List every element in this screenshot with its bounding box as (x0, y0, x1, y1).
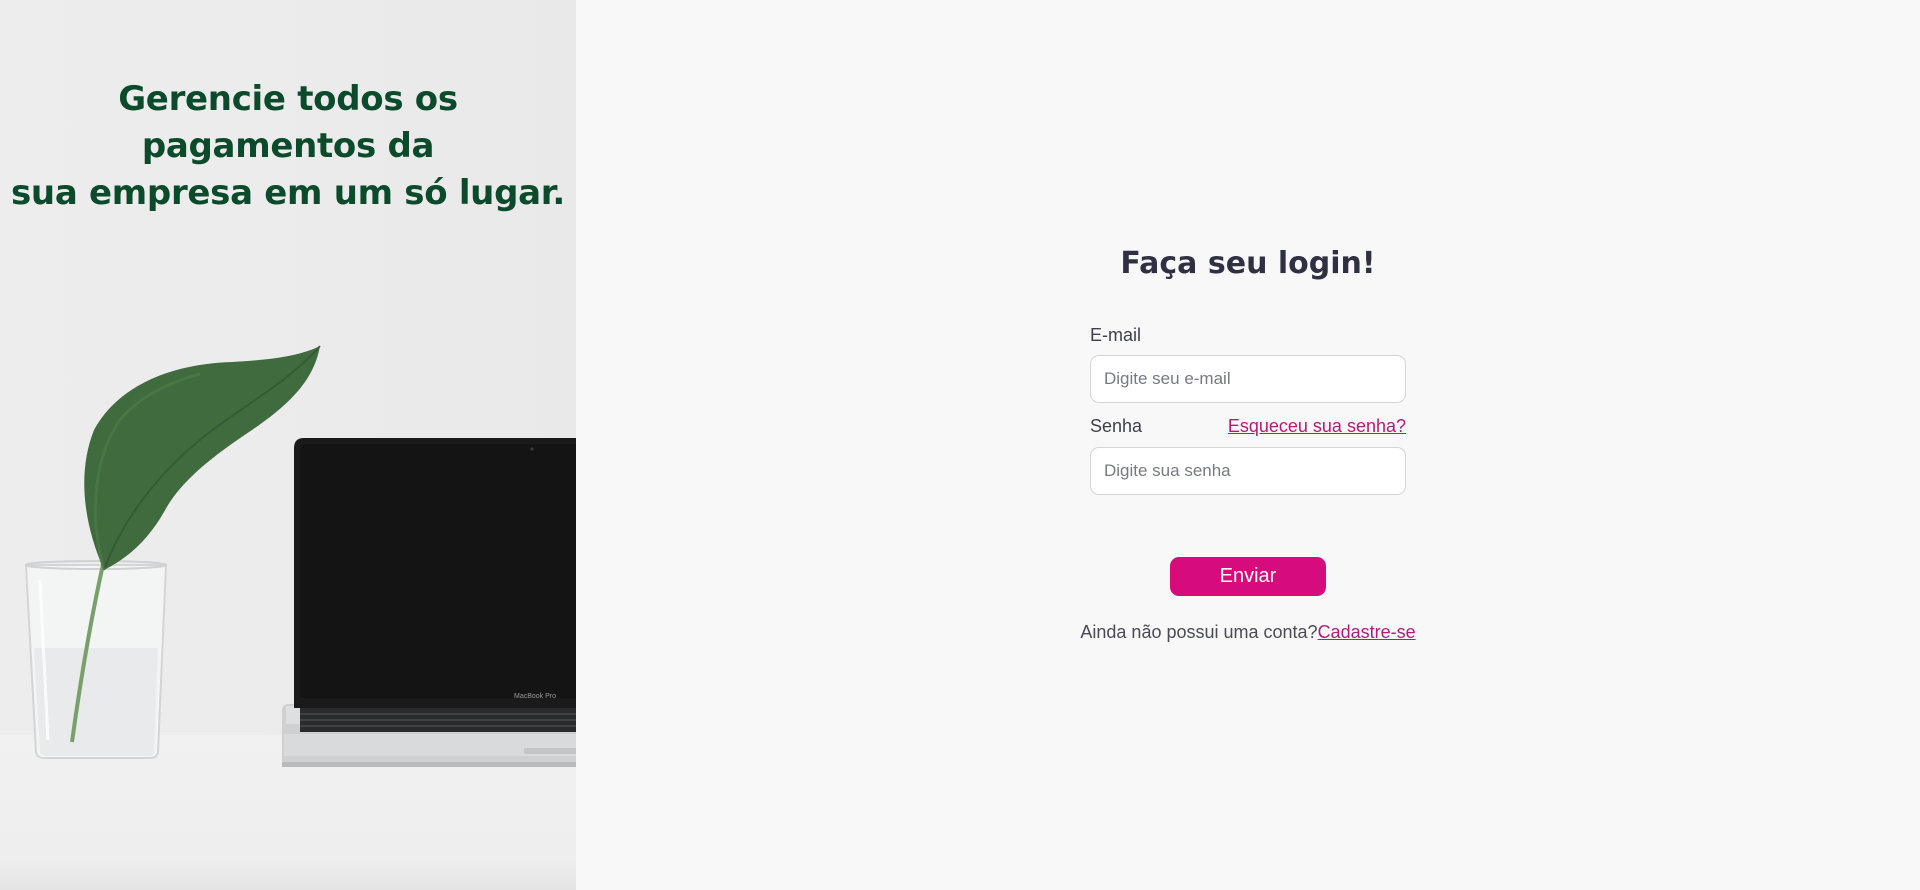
login-title: Faça seu login! (1120, 246, 1376, 281)
laptop-badge-text: MacBook Pro (514, 693, 556, 700)
signup-prompt-text: Ainda não possui uma conta? (1080, 622, 1318, 642)
password-label: Senha (1090, 416, 1143, 436)
forgot-password-link[interactable]: Esqueceu sua senha? (1228, 416, 1406, 437)
login-page: MacBook Pro Gerencie todos os pagamentos… (0, 0, 1920, 890)
laptop-illustration: MacBook Pro (282, 438, 576, 767)
signup-prompt: Ainda não possui uma conta?Cadastre-se (1048, 622, 1448, 643)
signup-link[interactable]: Cadastre-se (1318, 622, 1416, 642)
email-label: E-mail (1090, 325, 1142, 345)
email-input[interactable] (1090, 355, 1406, 403)
submit-button[interactable]: Enviar (1170, 557, 1326, 596)
hero-panel: MacBook Pro Gerencie todos os pagamentos… (0, 0, 576, 890)
hero-headline: Gerencie todos os pagamentos da sua empr… (0, 76, 576, 217)
hero-headline-line-1: Gerencie todos os pagamentos da (118, 79, 458, 166)
hero-headline-line-2: sua empresa em um só lugar. (11, 173, 565, 213)
login-form: Faça seu login! E-mail Senha Esqueceu su… (1080, 0, 1415, 890)
password-input[interactable] (1090, 447, 1406, 495)
